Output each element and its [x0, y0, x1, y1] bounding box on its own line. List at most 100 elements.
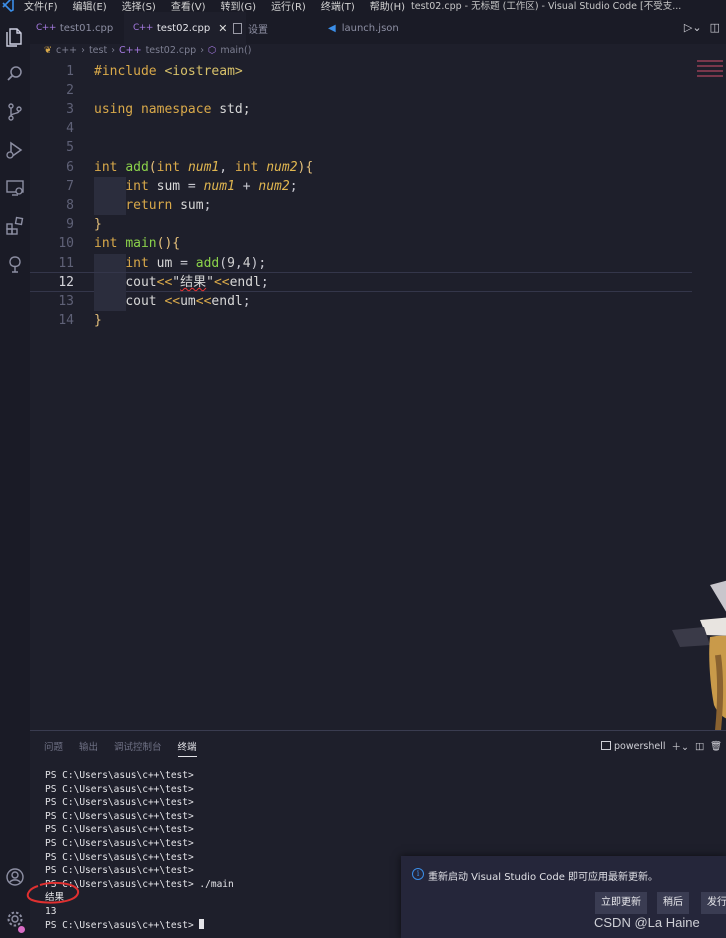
panel-actions: powershell ＋⌄ ◫ 🗑 [601, 739, 722, 753]
release-notes-button[interactable]: 发行 [701, 892, 726, 914]
terminal-line: PS C:\Users\asus\c++\test> ./main [45, 878, 234, 890]
line-number: 14 [58, 313, 74, 328]
vscode-logo-icon [2, 0, 14, 12]
tab-launch-json[interactable]: ◀ launch.json [328, 12, 399, 44]
tab-label: 设置 [248, 24, 268, 36]
line-number: 4 [66, 121, 74, 136]
vscode-json-icon: ◀ [328, 22, 336, 34]
run-debug-icon[interactable] [0, 133, 30, 167]
line-number: 12 [58, 275, 74, 290]
code-line: 2 [30, 81, 692, 100]
code-line: 9} [30, 215, 692, 234]
terminal-shell-selector[interactable]: powershell [601, 740, 665, 752]
trash-icon[interactable]: 🗑 [710, 741, 722, 752]
line-number: 1 [66, 64, 74, 79]
tab-settings[interactable]: 设置 [233, 12, 268, 44]
menu-run[interactable]: 运行(R) [271, 0, 306, 12]
editor-actions: ▷⌄ ◫ [684, 21, 720, 34]
terminal-line: PS C:\Users\asus\c++\test> [45, 797, 194, 809]
cpp-file-icon: C++ [36, 23, 56, 33]
search-icon[interactable] [0, 57, 30, 91]
menu-go[interactable]: 转到(G) [221, 0, 257, 12]
watermark: CSDN @La Haine [594, 915, 700, 930]
tab-terminal[interactable]: 终端 [177, 739, 197, 757]
terminal-prompt-line: PS C:\Users\asus\c++\test> [45, 918, 234, 933]
menu-help[interactable]: 帮助(H) [370, 0, 405, 12]
menu-file[interactable]: 文件(F) [24, 0, 58, 12]
terminal-cursor [199, 918, 205, 929]
menu-terminal[interactable]: 终端(T) [321, 0, 355, 12]
run-code-icon[interactable]: ▷⌄ [684, 21, 702, 34]
terminal-line: PS C:\Users\asus\c++\test> [45, 783, 194, 795]
code-line: 1 #include <iostream> [30, 62, 692, 81]
line-number: 3 [66, 102, 74, 117]
tab-test01-cpp[interactable]: C++ test01.cpp [36, 12, 113, 44]
terminal-line: 结果 [45, 892, 65, 904]
account-icon[interactable] [0, 860, 30, 894]
menu-edit[interactable]: 编辑(E) [73, 0, 107, 12]
code-line: 13 cout <<um<<endl; [30, 292, 692, 311]
terminal-line: PS C:\Users\asus\c++\test> [45, 824, 194, 836]
line-number: 6 [66, 160, 74, 175]
background-character-image [672, 580, 726, 730]
panel-tabs: 问题 输出 调试控制台 终端 [44, 739, 213, 757]
tree-view-icon[interactable] [0, 247, 30, 281]
terminal-line: PS C:\Users\asus\c++\test> [45, 810, 194, 822]
settings-file-icon [233, 22, 242, 34]
later-button[interactable]: 稍后 [657, 892, 689, 914]
code-line: 3 using namespace std; [30, 100, 692, 119]
folder-icon: ❦ [44, 45, 52, 56]
terminal-icon [601, 740, 612, 750]
line-number: 5 [66, 140, 74, 155]
tab-output[interactable]: 输出 [79, 739, 98, 757]
cpp-file-icon: C++ [133, 23, 153, 33]
tab-debug-console[interactable]: 调试控制台 [114, 739, 162, 757]
terminal-line: PS C:\Users\asus\c++\test> [45, 851, 194, 863]
line-number: 2 [66, 83, 74, 98]
line-number: 8 [66, 198, 74, 213]
tab-problems[interactable]: 问题 [44, 739, 63, 757]
extensions-icon[interactable] [0, 209, 30, 243]
line-number: 11 [58, 256, 74, 271]
breadcrumb-item[interactable]: test02.cpp [146, 45, 197, 59]
explorer-icon[interactable] [0, 20, 30, 54]
menu-view[interactable]: 查看(V) [171, 0, 206, 12]
info-icon: i [412, 868, 424, 880]
line-number: 10 [58, 236, 74, 251]
terminal-line: PS C:\Users\asus\c++\test> [45, 837, 194, 849]
menu-selection[interactable]: 选择(S) [122, 0, 156, 12]
code-line-current: 12 cout<<"结果"<<endl; [30, 272, 692, 292]
update-now-button[interactable]: 立即更新 [595, 892, 647, 914]
split-editor-icon[interactable]: ◫ [710, 21, 720, 34]
remote-explorer-icon[interactable] [0, 171, 30, 205]
terminal-line: 13 [45, 905, 57, 917]
breadcrumb-item[interactable]: test [89, 45, 107, 59]
line-number: 9 [66, 217, 74, 232]
tab-label: test01.cpp [59, 22, 114, 34]
tab-label: test02.cpp [156, 22, 211, 34]
code-line: 6 int add(int num1, int num2){ [30, 158, 692, 177]
tab-test02-cpp[interactable]: C++ test02.cpp ✕ [124, 12, 246, 44]
minimap[interactable] [697, 60, 723, 90]
terminal-line: PS C:\Users\asus\c++\test> [45, 865, 194, 877]
breadcrumb-item[interactable]: c++ [56, 45, 77, 59]
editor-tabs: C++ test01.cpp C++ test02.cpp ✕ 设置 ◀ lau… [30, 12, 726, 44]
new-terminal-icon[interactable]: ＋⌄ [671, 739, 688, 753]
code-editor[interactable]: 1 #include <iostream> 2 3 using namespace … [30, 60, 726, 730]
split-terminal-icon[interactable]: ◫ [695, 741, 704, 752]
code-line: 4 [30, 119, 692, 138]
manage-gear-icon[interactable] [0, 902, 30, 936]
function-symbol-icon: ⬡ [208, 45, 217, 56]
breadcrumb-item[interactable]: main() [220, 45, 251, 59]
code-line: 7 int sum = num1 + num2; [30, 177, 692, 196]
terminal-output[interactable]: PS C:\Users\asus\c++\test> PS C:\Users\as… [45, 769, 234, 932]
terminal-line: PS C:\Users\asus\c++\test> [45, 770, 194, 781]
close-icon[interactable]: ✕ [218, 22, 227, 35]
breadcrumb: ❦ c++ › test › C++ test02.cpp › ⬡ main() [44, 45, 251, 59]
code-line: 14} [30, 311, 692, 330]
code-line: 5 [30, 138, 692, 157]
code-line: 8 return sum; [30, 196, 692, 215]
line-number: 13 [58, 294, 74, 309]
update-badge [17, 925, 26, 934]
source-control-icon[interactable] [0, 95, 30, 129]
